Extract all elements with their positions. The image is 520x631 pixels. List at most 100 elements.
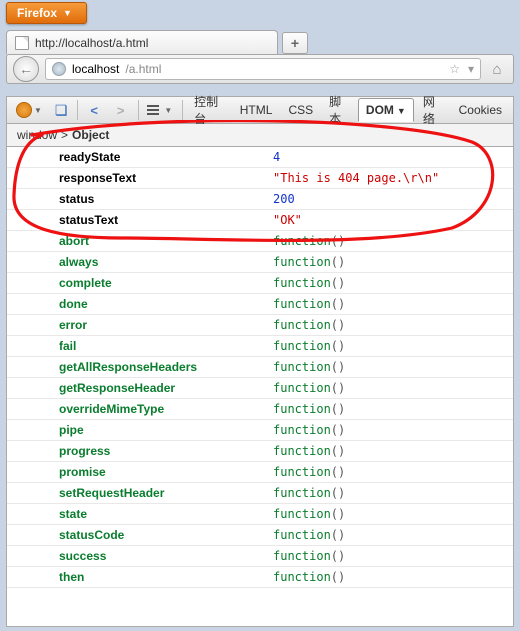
property-key: fail [7,336,269,356]
firefox-menu-label: Firefox [17,6,57,20]
property-key: responseText [7,168,269,188]
home-button[interactable]: ⌂ [487,59,507,79]
tab-cookies[interactable]: Cookies [452,99,509,121]
chevron-left-icon: < [87,103,101,118]
property-row[interactable]: completefunction() [7,273,513,294]
property-key: success [7,546,269,566]
url-actions: ☆ ▾ [449,62,474,76]
property-key: error [7,315,269,335]
property-row[interactable]: errorfunction() [7,315,513,336]
property-value: function() [269,252,513,272]
separator [77,100,78,120]
url-host: localhost [72,62,119,76]
crumb-window[interactable]: window [17,128,57,142]
firebug-toolbar: ▼ ❏ < > ▼ 控制台 HTML CSS 脚本 DOM▼ 网络 Cookie… [6,96,514,124]
tab-title: http://localhost/a.html [35,36,148,50]
back-button[interactable]: ← [13,56,39,82]
firebug-icon[interactable]: ▼ [11,99,48,121]
url-path: /a.html [125,62,161,76]
history-back[interactable]: < [82,100,107,121]
page-icon [15,36,29,50]
separator [138,100,139,120]
property-key: setRequestHeader [7,483,269,503]
property-value: function() [269,525,513,545]
property-value: function() [269,273,513,293]
url-input[interactable]: localhost/a.html ☆ ▾ [45,58,481,80]
property-value: 200 [269,189,513,209]
property-key: overrideMimeType [7,399,269,419]
property-row[interactable]: statefunction() [7,504,513,525]
property-row[interactable]: thenfunction() [7,567,513,588]
property-row[interactable]: getAllResponseHeadersfunction() [7,357,513,378]
new-tab-button[interactable]: + [282,32,308,54]
property-row[interactable]: progressfunction() [7,441,513,462]
property-value: function() [269,420,513,440]
property-row[interactable]: statusText"OK" [7,210,513,231]
history-forward[interactable]: > [109,100,134,121]
property-row[interactable]: responseText"This is 404 page.\r\n" [7,168,513,189]
property-key: statusText [7,210,269,230]
property-row[interactable]: setRequestHeaderfunction() [7,483,513,504]
tab-html[interactable]: HTML [233,99,280,121]
property-value: function() [269,462,513,482]
property-value: function() [269,483,513,503]
tab-dom[interactable]: DOM▼ [358,98,414,122]
chevron-right-icon: > [114,103,128,118]
property-key: progress [7,441,269,461]
property-value: function() [269,231,513,251]
bug-icon [16,102,32,118]
property-key: abort [7,231,269,251]
property-value: "This is 404 page.\r\n" [269,168,513,188]
property-row[interactable]: getResponseHeaderfunction() [7,378,513,399]
chevron-down-icon: ▼ [397,106,406,116]
property-value: function() [269,357,513,377]
firefox-menu-button[interactable]: Firefox ▼ [6,2,87,24]
inspect-button[interactable]: ❏ [50,99,74,122]
property-value: function() [269,294,513,314]
bookmark-star-icon[interactable]: ☆ [449,62,460,76]
property-value: function() [269,336,513,356]
property-key: getResponseHeader [7,378,269,398]
dom-property-panel[interactable]: readyState4responseText"This is 404 page… [6,146,514,627]
tab-bar: http://localhost/a.html + [6,28,514,54]
dom-breadcrumb: window > Object [6,124,514,146]
browser-tab[interactable]: http://localhost/a.html [6,30,278,54]
property-value: function() [269,504,513,524]
property-key: status [7,189,269,209]
property-key: statusCode [7,525,269,545]
property-key: then [7,567,269,587]
property-key: state [7,504,269,524]
property-key: complete [7,273,269,293]
arrow-left-icon: ← [19,61,33,77]
property-row[interactable]: abortfunction() [7,231,513,252]
property-value: "OK" [269,210,513,230]
property-value: function() [269,441,513,461]
panel-options[interactable]: ▼ [142,102,178,118]
lines-icon [147,105,159,115]
dropdown-icon[interactable]: ▾ [468,62,474,76]
property-key: pipe [7,420,269,440]
property-row[interactable]: promisefunction() [7,462,513,483]
crumb-object[interactable]: Object [72,128,109,142]
property-value: function() [269,378,513,398]
property-row[interactable]: readyState4 [7,147,513,168]
property-row[interactable]: failfunction() [7,336,513,357]
property-row[interactable]: status200 [7,189,513,210]
property-value: function() [269,315,513,335]
property-value: function() [269,546,513,566]
property-key: promise [7,462,269,482]
tab-css[interactable]: CSS [281,99,320,121]
tab-dom-label: DOM [366,103,394,117]
property-row[interactable]: donefunction() [7,294,513,315]
chevron-down-icon: ▼ [63,8,72,18]
property-row[interactable]: successfunction() [7,546,513,567]
property-row[interactable]: overrideMimeTypefunction() [7,399,513,420]
separator [182,100,183,120]
property-row[interactable]: statusCodefunction() [7,525,513,546]
property-value: 4 [269,147,513,167]
property-row[interactable]: pipefunction() [7,420,513,441]
property-value: function() [269,567,513,587]
globe-icon [52,62,66,76]
property-key: always [7,252,269,272]
property-row[interactable]: alwaysfunction() [7,252,513,273]
